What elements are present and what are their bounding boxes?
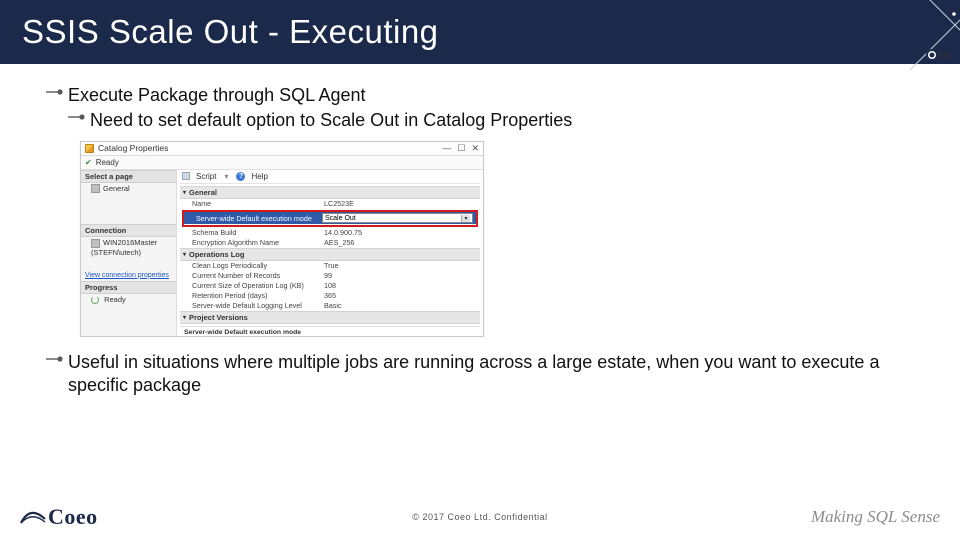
maximize-icon[interactable]: ☐ <box>457 143 465 154</box>
prop-row: Encryption Algorithm NameAES_256 <box>180 238 480 248</box>
bullet-icon <box>68 113 90 121</box>
group-project-versions: ▾Project Versions <box>180 311 480 324</box>
bullet-text: Execute Package through SQL Agent <box>68 84 914 107</box>
property-description: Server-wide Default execution mode The d… <box>180 326 480 336</box>
app-icon <box>85 144 94 153</box>
logo-swoosh-icon <box>20 509 46 525</box>
coeo-logo: Coeo <box>20 504 98 530</box>
bullet-icon <box>46 355 68 363</box>
right-toolbar: Script ▾ ? Help <box>180 172 480 184</box>
ready-star-icon: ✔ <box>85 158 92 167</box>
prop-row: Current Size of Operation Log (KB)108 <box>180 281 480 291</box>
progress-ready: Ready <box>81 294 176 305</box>
exec-mode-value: Scale Out <box>325 215 356 222</box>
slide-content: Execute Package through SQL Agent Need t… <box>0 64 960 406</box>
script-label[interactable]: Script <box>196 172 216 181</box>
connection-header: Connection <box>81 224 176 237</box>
page-number: 16 <box>938 50 950 62</box>
connection-value: WIN2016Master (STEFN\utech) <box>81 237 176 258</box>
chevron-down-icon[interactable]: ▾ <box>461 215 470 222</box>
copyright: © 2017 Coeo Ltd. Confidential <box>412 512 547 522</box>
slide-footer: Coeo © 2017 Coeo Ltd. Confidential Makin… <box>0 498 960 540</box>
help-label[interactable]: Help <box>251 172 267 181</box>
bullet-text: Need to set default option to Scale Out … <box>90 109 914 132</box>
close-icon[interactable]: ✕ <box>471 143 479 154</box>
dialog-statusbar: ✔ Ready <box>81 156 483 170</box>
prop-row: Retention Period (days)365 <box>180 291 480 301</box>
dialog-title: Catalog Properties <box>98 143 442 153</box>
help-icon[interactable]: ? <box>236 172 245 181</box>
progress-header: Progress <box>81 281 176 294</box>
bullet-text: Useful in situations where multiple jobs… <box>68 351 914 398</box>
prop-row: Schema Build14.0.900.75 <box>180 228 480 238</box>
prop-row: Current Number of Records99 <box>180 271 480 281</box>
spinner-icon <box>91 296 99 304</box>
group-general: ▾General <box>180 186 480 199</box>
bullet-item: Useful in situations where multiple jobs… <box>46 351 914 398</box>
exec-mode-dropdown[interactable]: Scale Out ▾ <box>322 213 473 223</box>
view-connection-link[interactable]: View connection properties <box>81 270 176 281</box>
prop-row: NameLC2523E <box>180 199 480 209</box>
prop-row-execution-mode[interactable]: Server-wide Default execution mode Scale… <box>184 212 476 224</box>
bullet-item-sub: Need to set default option to Scale Out … <box>68 109 914 132</box>
prop-row: Server-wide Default Logging LevelBasic <box>180 301 480 311</box>
logo-text: Coeo <box>48 504 98 530</box>
tagline: Making SQL Sense <box>811 507 940 527</box>
group-oplog: ▾Operations Log <box>180 248 480 261</box>
dialog-titlebar: Catalog Properties — ☐ ✕ <box>81 142 483 156</box>
bullet-item: Execute Package through SQL Agent <box>46 84 914 107</box>
minimize-icon[interactable]: — <box>442 143 451 154</box>
script-icon[interactable] <box>182 172 190 180</box>
bullet-icon <box>46 88 68 96</box>
left-item-general[interactable]: General <box>81 183 176 195</box>
dialog-left-panel: Select a page General Connection WIN2016… <box>81 170 177 336</box>
highlight-callout: Server-wide Default execution mode Scale… <box>182 210 478 227</box>
slide-title: SSIS Scale Out - Executing <box>22 13 439 51</box>
exec-mode-label: Server-wide Default execution mode <box>196 214 322 223</box>
desc-title: Server-wide Default execution mode <box>184 329 476 336</box>
ready-label: Ready <box>96 158 119 167</box>
dialog-right-panel: Script ▾ ? Help ▾General NameLC2523E Ser… <box>177 170 483 336</box>
catalog-properties-dialog: Catalog Properties — ☐ ✕ ✔ Ready Select … <box>80 141 484 337</box>
slide-header: SSIS Scale Out - Executing <box>0 0 960 64</box>
prop-row: Clean Logs PeriodicallyTrue <box>180 261 480 271</box>
select-page-header: Select a page <box>81 170 176 183</box>
